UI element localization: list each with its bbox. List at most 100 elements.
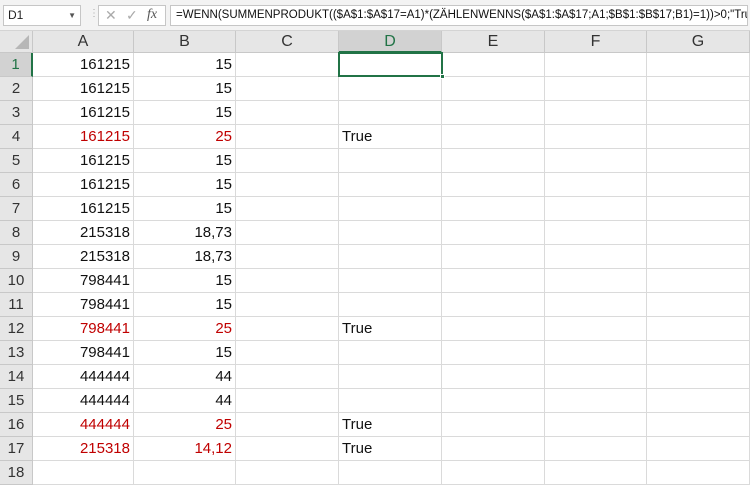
cell-C9[interactable]: [236, 245, 339, 269]
cell-F9[interactable]: [545, 245, 647, 269]
cell-A5[interactable]: 161215: [33, 149, 134, 173]
cell-F12[interactable]: [545, 317, 647, 341]
cell-B16[interactable]: 25: [134, 413, 236, 437]
cell-C7[interactable]: [236, 197, 339, 221]
cell-C8[interactable]: [236, 221, 339, 245]
cell-E10[interactable]: [442, 269, 545, 293]
cell-A18[interactable]: [33, 461, 134, 485]
cell-F14[interactable]: [545, 365, 647, 389]
cell-B5[interactable]: 15: [134, 149, 236, 173]
cell-C11[interactable]: [236, 293, 339, 317]
row-header-1[interactable]: 1: [0, 53, 33, 77]
cell-E8[interactable]: [442, 221, 545, 245]
cell-D6[interactable]: [339, 173, 442, 197]
cell-F3[interactable]: [545, 101, 647, 125]
cell-A3[interactable]: 161215: [33, 101, 134, 125]
cell-F1[interactable]: [545, 53, 647, 77]
cell-A14[interactable]: 444444: [33, 365, 134, 389]
row-header-12[interactable]: 12: [0, 317, 33, 341]
cell-C17[interactable]: [236, 437, 339, 461]
chevron-down-icon[interactable]: ▼: [68, 6, 76, 25]
cell-D18[interactable]: [339, 461, 442, 485]
cell-E4[interactable]: [442, 125, 545, 149]
cell-F16[interactable]: [545, 413, 647, 437]
cell-G10[interactable]: [647, 269, 750, 293]
cell-D12[interactable]: True: [339, 317, 442, 341]
cell-E1[interactable]: [442, 53, 545, 77]
cell-A15[interactable]: 444444: [33, 389, 134, 413]
cell-D9[interactable]: [339, 245, 442, 269]
cell-C2[interactable]: [236, 77, 339, 101]
cell-D10[interactable]: [339, 269, 442, 293]
cell-C14[interactable]: [236, 365, 339, 389]
cell-G6[interactable]: [647, 173, 750, 197]
cell-G18[interactable]: [647, 461, 750, 485]
cell-D4[interactable]: True: [339, 125, 442, 149]
row-header-9[interactable]: 9: [0, 245, 33, 269]
row-header-18[interactable]: 18: [0, 461, 33, 485]
cell-B6[interactable]: 15: [134, 173, 236, 197]
cell-F5[interactable]: [545, 149, 647, 173]
cell-D3[interactable]: [339, 101, 442, 125]
cell-C10[interactable]: [236, 269, 339, 293]
row-header-6[interactable]: 6: [0, 173, 33, 197]
cell-E12[interactable]: [442, 317, 545, 341]
row-header-8[interactable]: 8: [0, 221, 33, 245]
cell-B11[interactable]: 15: [134, 293, 236, 317]
column-header-C[interactable]: C: [236, 31, 339, 53]
column-header-F[interactable]: F: [545, 31, 647, 53]
cell-D5[interactable]: [339, 149, 442, 173]
cell-G4[interactable]: [647, 125, 750, 149]
cell-E16[interactable]: [442, 413, 545, 437]
cell-G1[interactable]: [647, 53, 750, 77]
cell-A9[interactable]: 215318: [33, 245, 134, 269]
cell-A10[interactable]: 798441: [33, 269, 134, 293]
cell-A7[interactable]: 161215: [33, 197, 134, 221]
cell-C3[interactable]: [236, 101, 339, 125]
cell-C12[interactable]: [236, 317, 339, 341]
cell-G17[interactable]: [647, 437, 750, 461]
cell-E6[interactable]: [442, 173, 545, 197]
cell-B8[interactable]: 18,73: [134, 221, 236, 245]
cell-C13[interactable]: [236, 341, 339, 365]
cell-F8[interactable]: [545, 221, 647, 245]
cell-C4[interactable]: [236, 125, 339, 149]
cell-F15[interactable]: [545, 389, 647, 413]
cell-G11[interactable]: [647, 293, 750, 317]
cell-F18[interactable]: [545, 461, 647, 485]
select-all-button[interactable]: [0, 31, 33, 53]
cell-D16[interactable]: True: [339, 413, 442, 437]
cell-B10[interactable]: 15: [134, 269, 236, 293]
cancel-icon[interactable]: ✕: [105, 7, 117, 24]
column-header-D[interactable]: D: [339, 31, 442, 53]
cell-C6[interactable]: [236, 173, 339, 197]
cell-D7[interactable]: [339, 197, 442, 221]
formula-input[interactable]: =WENN(SUMMENPRODUKT(($A$1:$A$17=A1)*(ZÄH…: [170, 5, 748, 26]
cell-B12[interactable]: 25: [134, 317, 236, 341]
name-box[interactable]: D1 ▼: [3, 5, 81, 26]
cell-D13[interactable]: [339, 341, 442, 365]
row-header-5[interactable]: 5: [0, 149, 33, 173]
cell-B18[interactable]: [134, 461, 236, 485]
cell-F17[interactable]: [545, 437, 647, 461]
cell-C16[interactable]: [236, 413, 339, 437]
cell-E17[interactable]: [442, 437, 545, 461]
row-header-7[interactable]: 7: [0, 197, 33, 221]
cell-D14[interactable]: [339, 365, 442, 389]
cell-A6[interactable]: 161215: [33, 173, 134, 197]
column-header-A[interactable]: A: [33, 31, 134, 53]
cell-F6[interactable]: [545, 173, 647, 197]
row-header-17[interactable]: 17: [0, 437, 33, 461]
cell-A12[interactable]: 798441: [33, 317, 134, 341]
cell-E3[interactable]: [442, 101, 545, 125]
row-header-2[interactable]: 2: [0, 77, 33, 101]
cell-E14[interactable]: [442, 365, 545, 389]
cell-B7[interactable]: 15: [134, 197, 236, 221]
row-header-13[interactable]: 13: [0, 341, 33, 365]
cell-D1[interactable]: [339, 53, 442, 77]
cell-E15[interactable]: [442, 389, 545, 413]
cell-B4[interactable]: 25: [134, 125, 236, 149]
cell-G5[interactable]: [647, 149, 750, 173]
cell-B9[interactable]: 18,73: [134, 245, 236, 269]
cell-F4[interactable]: [545, 125, 647, 149]
